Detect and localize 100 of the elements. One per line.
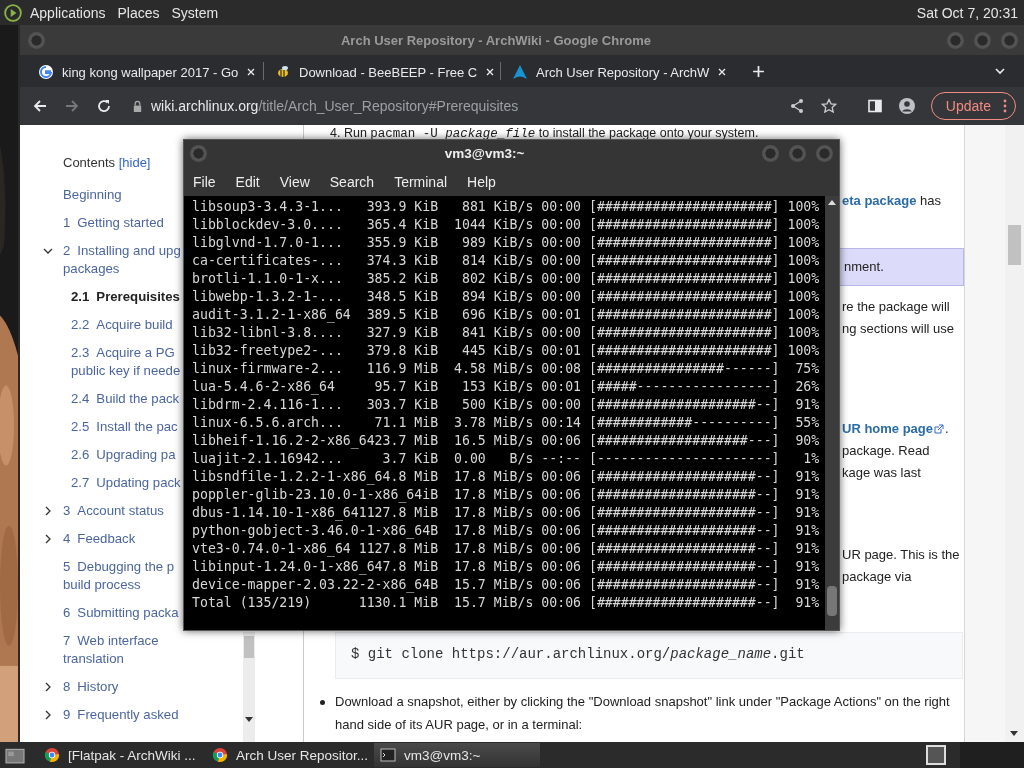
toc-link[interactable]: 2.6 Upgrading pa (71, 446, 176, 464)
panel-menu[interactable]: Places (117, 4, 160, 21)
link[interactable]: eta package (842, 193, 917, 208)
toc-link[interactable]: 4 Feedback (63, 530, 136, 548)
terminal-line: linux-firmware-2... 116.9 MiB 4.58 MiB/s 00:08 [################------] 75% (192, 360, 821, 378)
arch-logo-icon (512, 64, 528, 80)
arrow-down-icon[interactable] (1010, 731, 1018, 736)
scrollbar-thumb[interactable] (827, 586, 837, 616)
chevron-right-icon[interactable] (43, 534, 53, 544)
show-desktop-icon[interactable] (4, 746, 26, 764)
terminal-line: libheif-1.16.2-2-x86_6423.7 MiB 16.5 MiB/s 00:06 [###################---] 90% (192, 432, 821, 450)
clock[interactable]: Sat Oct 7, 20:31 (916, 4, 1018, 21)
menu-item[interactable]: Help (467, 173, 496, 190)
terminal-line: libblockdev-3.0.... 365.4 KiB 1044 KiB/s 00:00 [######################] 100% (192, 216, 821, 234)
terminal-line: luajit-2.1.16942... 3.7 KiB 0.00 B/s --:-- [----------------------] 1% (192, 450, 821, 468)
code-block: $ git clone https://aur.archlinux.org/package_name.git (335, 632, 963, 679)
taskbar-button[interactable]: vm3@vm3:~ (374, 743, 540, 767)
browser-tab[interactable]: Arch User Repository - ArchW (504, 57, 734, 87)
list-item-text: Download a snapshot, either by clicking the "Download snapshot" link under "Package Actions" on the right hand side of its AUR page, or in a terminal: (335, 693, 950, 734)
scrollbar[interactable] (825, 196, 839, 630)
panel-menu[interactable]: System (171, 4, 219, 21)
toc-link[interactable]: 2.4 Build the pack (71, 390, 180, 408)
menu-item[interactable]: File (193, 173, 216, 190)
paragraph-text: kage was last (842, 464, 922, 482)
toc-link[interactable]: 2.1 Prerequisites (71, 288, 180, 306)
terminal-line: libwebp-1.3.2-1-... 348.5 KiB 894 KiB/s 00:00 [######################] 100% (192, 288, 821, 306)
terminal-line: libsoup3-3.4.3-1... 393.9 KiB 881 KiB/s 00:00 [######################] 100% (192, 198, 821, 216)
reload-icon[interactable] (96, 98, 112, 114)
paragraph-text: package. Read (842, 442, 931, 460)
chrome-icon (212, 747, 228, 763)
lock-icon[interactable] (132, 99, 143, 113)
toc-link[interactable]: 2.3 Acquire a PG public key if neede (71, 344, 181, 380)
toc-link[interactable]: 2.5 Install the pac (71, 418, 178, 436)
star-icon[interactable] (820, 98, 837, 114)
terminal-line: lua-5.4.6-2-x86_64 95.7 KiB 153 KiB/s 00:01 [#####-----------------] 26% (192, 378, 821, 396)
toc-link[interactable]: 5 Debugging the p build process (63, 558, 175, 594)
terminal-line: libdrm-2.4.116-1... 303.7 KiB 500 KiB/s 00:00 [####################--] 91% (192, 396, 821, 414)
taskbar-button[interactable]: [Flatpak - ArchWiki ... (38, 743, 200, 767)
paragraph-text: ng sections will use (842, 320, 955, 338)
external-link[interactable]: UR home page (842, 418, 933, 440)
terminal-line: ca-certificates-... 374.3 KiB 814 KiB/s 00:00 [######################] 100% (192, 252, 821, 270)
chevron-down-icon[interactable] (43, 246, 53, 256)
toc-link[interactable]: 2.7 Updating pack (71, 474, 181, 492)
browser-tab[interactable]: Download - BeeBEEP - Free C (267, 57, 497, 87)
window-title: Arch User Repository - ArchWiki - Google Chrome (340, 32, 652, 48)
menu-item[interactable]: View (279, 173, 310, 190)
scrollbar-thumb[interactable] (1008, 225, 1021, 265)
chevron-right-icon[interactable] (43, 682, 53, 692)
toc-link[interactable]: 2 Installing and upg packages (63, 242, 181, 278)
side-panel-icon[interactable] (866, 98, 883, 114)
play-logo-icon[interactable] (4, 3, 22, 22)
kebab-menu-icon[interactable] (1003, 99, 1007, 113)
list-item-text: 4. Run pacman -U package_file to install the package onto your system. (329, 125, 760, 141)
close-icon[interactable] (485, 67, 496, 77)
back-icon[interactable] (32, 98, 48, 114)
menu-item[interactable]: Edit (235, 173, 260, 190)
terminal-line: linux-6.5.6.arch... 71.1 MiB 3.78 MiB/s 00:14 [############----------] 55% (192, 414, 821, 432)
terminal-line: audit-3.1.2-1-x86_64 389.5 KiB 696 KiB/s 00:01 [######################] 100% (192, 306, 821, 324)
toc-link[interactable]: Beginning (63, 186, 122, 204)
menu-item[interactable]: Search (329, 173, 375, 190)
arrow-down-icon[interactable] (245, 717, 253, 722)
menu-item[interactable]: Terminal (394, 173, 448, 190)
close-icon[interactable] (717, 67, 728, 77)
toc-link[interactable]: 6 Submitting packa (63, 604, 179, 622)
terminal-line: Total (135/219) 1130.1 MiB 15.7 MiB/s 00:06 [####################--] 91% (192, 594, 821, 612)
paragraph-text: re the package will (842, 298, 951, 316)
terminal-icon (380, 747, 396, 763)
terminal-line: lib32-libnl-3.8.... 327.9 KiB 841 KiB/s 00:00 [######################] 100% (192, 324, 821, 342)
new-tab-icon[interactable] (752, 64, 765, 78)
chevron-right-icon[interactable] (43, 506, 53, 516)
terminal-line: libsndfile-1.2.2-1-x86_64.8 MiB 17.8 MiB/s 00:06 [####################--] 91% (192, 468, 821, 486)
terminal-line: python-gobject-3.46.0-1-x86_64B 17.8 MiB/s 00:06 [####################--] 91% (192, 522, 821, 540)
terminal-line: lib32-freetype2-... 379.8 KiB 445 KiB/s 00:01 [######################] 100% (192, 342, 821, 360)
panel-menu[interactable]: Applications (30, 4, 106, 21)
paragraph-text: . (945, 420, 949, 438)
scrollbar[interactable] (1005, 125, 1024, 742)
toc-link[interactable]: 9 Frequently asked (63, 706, 179, 724)
close-icon[interactable] (246, 67, 257, 77)
google-icon (38, 64, 54, 80)
avatar-icon[interactable] (898, 98, 915, 114)
paragraph-text: UR page. This is the (842, 546, 961, 564)
scrollbar-thumb[interactable] (244, 636, 254, 658)
terminal-line: libinput-1.24.0-1-x86_647.8 MiB 17.8 MiB/s 00:06 [####################--] 91% (192, 558, 821, 576)
toc-link[interactable]: 8 History (63, 678, 119, 696)
chevron-right-icon[interactable] (43, 710, 53, 720)
chevron-down-icon[interactable] (994, 65, 1006, 77)
toc-link[interactable]: 1 Getting started (63, 214, 164, 232)
arrow-up-icon[interactable] (828, 200, 836, 205)
toc-link[interactable]: 3 Account status (63, 502, 164, 520)
share-icon[interactable] (788, 98, 805, 114)
toc-link[interactable]: 2.2 Acquire build (71, 316, 173, 334)
browser-tab[interactable]: king kong wallpaper 2017 - Go (30, 57, 260, 87)
scrollbar[interactable] (243, 632, 255, 742)
taskbar-button[interactable]: Arch User Repositor... (206, 743, 368, 767)
toc-link[interactable]: 7 Web interface translation (63, 632, 159, 668)
note-text: nment. (844, 258, 884, 276)
terminal-line: libglvnd-1.7.0-1... 355.9 KiB 989 KiB/s 00:00 [######################] 100% (192, 234, 821, 252)
workspace-switcher[interactable] (926, 745, 946, 765)
hide-link[interactable]: [hide] (118, 155, 151, 170)
terminal-line: vte3-0.74.0-1-x86_64 1127.8 MiB 17.8 MiB/s 00:06 [####################--] 91% (192, 540, 821, 558)
